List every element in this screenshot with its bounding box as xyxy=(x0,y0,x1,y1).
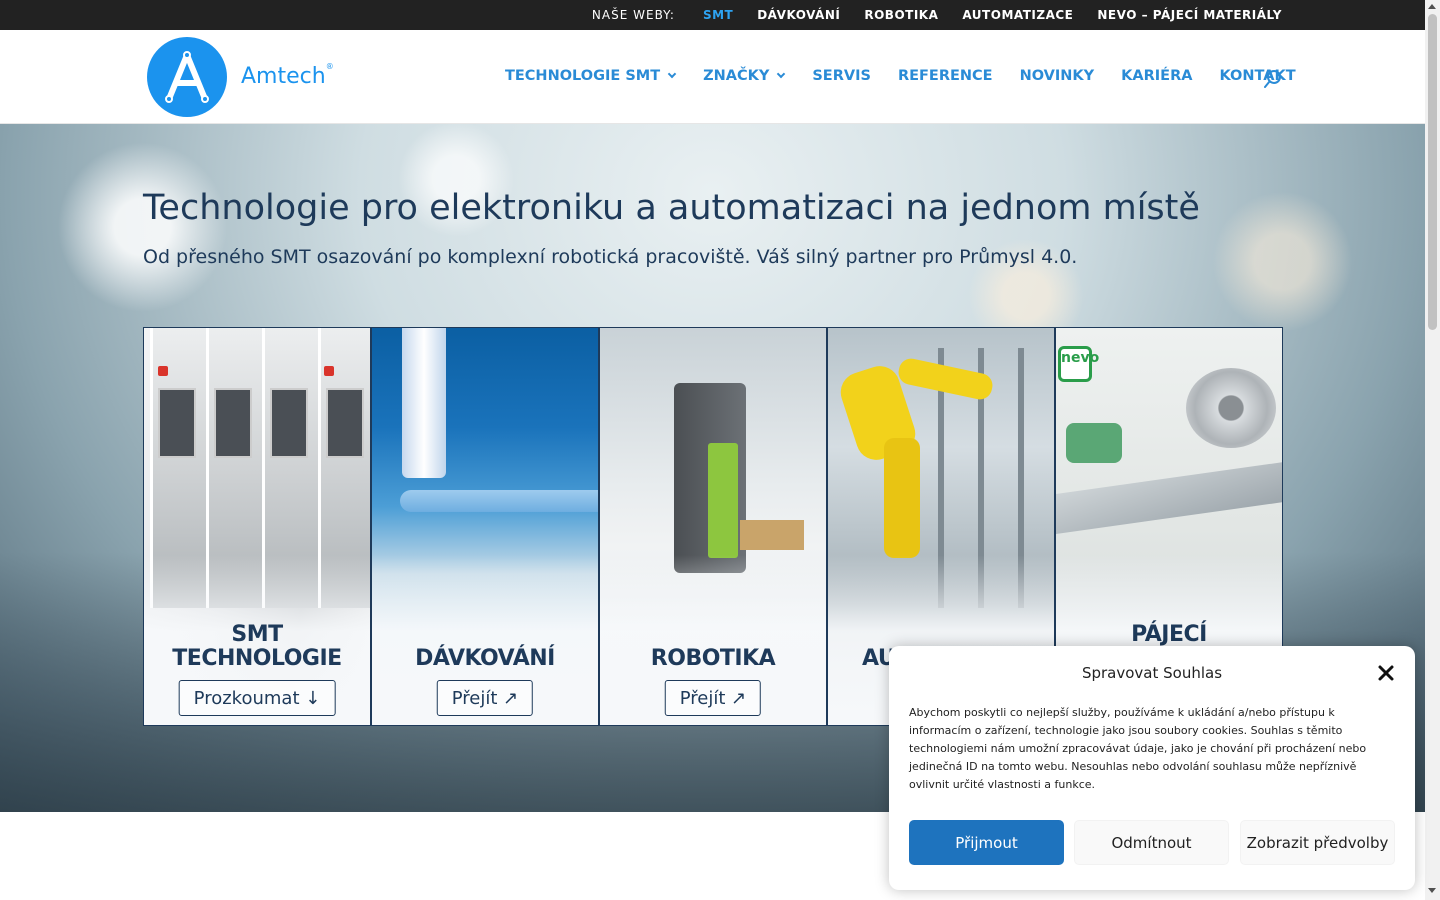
go-button[interactable]: Přejít ↗ xyxy=(436,680,534,716)
card-title: DÁVKOVÁNÍ xyxy=(415,646,555,671)
logo-wordmark[interactable]: Amtech® xyxy=(241,61,334,89)
search-icon[interactable] xyxy=(1264,70,1282,88)
our-sites-label: NAŠE WEBY: xyxy=(591,8,675,22)
main-nav: TECHNOLOGIE SMT ZNAČKY SERVIS REFERENCE … xyxy=(505,68,1296,84)
card-davkovani[interactable]: DÁVKOVÁNÍ Přejít ↗ xyxy=(371,327,599,726)
hero-title: Technologie pro elektroniku a automatiza… xyxy=(143,188,1200,228)
cookie-message: Abychom poskytli co nejlepší služby, pou… xyxy=(909,706,1367,791)
nav-item-servis[interactable]: SERVIS xyxy=(812,68,871,84)
site-link-nevo[interactable]: NEVO – PÁJECÍ MATERIÁLY xyxy=(1097,8,1282,22)
nav-item-kontakt[interactable]: KONTAKT xyxy=(1219,68,1295,84)
nevo-logo: nevo xyxy=(1058,346,1099,382)
scroll-up-arrow-icon[interactable] xyxy=(1428,4,1436,9)
nav-item-novinky[interactable]: NOVINKY xyxy=(1020,68,1095,84)
view-preferences-button[interactable]: Zobrazit předvolby xyxy=(1240,820,1395,865)
card-robotika[interactable]: ROBOTIKA Přejít ↗ xyxy=(599,327,827,726)
go-button[interactable]: Přejít ↗ xyxy=(664,680,762,716)
hero-subtitle: Od přesného SMT osazování po komplexní r… xyxy=(143,246,1078,268)
nav-label: ZNAČKY xyxy=(703,68,770,84)
accept-button[interactable]: Přijmout xyxy=(909,820,1064,865)
amtech-logo-icon[interactable] xyxy=(147,37,227,117)
cookie-consent-dialog: Spravovat Souhlas Abychom poskytli co ne… xyxy=(889,646,1415,890)
card-smt[interactable]: SMT TECHNOLOGIE Prozkoumat ↓ xyxy=(143,327,371,726)
page-scrollbar[interactable] xyxy=(1425,0,1440,900)
nav-item-kariera[interactable]: KARIÉRA xyxy=(1121,68,1192,84)
registered-mark: ® xyxy=(325,61,334,71)
card-title-line: SMT xyxy=(231,622,283,647)
scrollbar-thumb[interactable] xyxy=(1428,14,1437,330)
top-bar: NAŠE WEBY: SMT DÁVKOVÁNÍ ROBOTIKA AUTOMA… xyxy=(0,0,1425,30)
explore-button[interactable]: Prozkoumat ↓ xyxy=(178,680,336,716)
chevron-down-icon xyxy=(777,69,786,79)
cookie-title: Spravovat Souhlas xyxy=(1081,664,1223,682)
close-icon[interactable] xyxy=(1377,664,1395,682)
deny-button[interactable]: Odmítnout xyxy=(1074,820,1229,865)
site-link-smt[interactable]: SMT xyxy=(703,8,733,22)
card-title: ROBOTIKA xyxy=(650,646,776,671)
site-link-automatizace[interactable]: AUTOMATIZACE xyxy=(962,8,1073,22)
logo-text: Amtech xyxy=(241,64,326,89)
nav-label: TECHNOLOGIE SMT xyxy=(505,68,661,84)
nav-item-technologie-smt[interactable]: TECHNOLOGIE SMT xyxy=(505,68,677,84)
card-title-line: TECHNOLOGIE xyxy=(172,646,342,671)
site-link-davkovani[interactable]: DÁVKOVÁNÍ xyxy=(757,8,840,22)
site-link-robotika[interactable]: ROBOTIKA xyxy=(864,8,938,22)
chevron-down-icon xyxy=(667,69,677,79)
our-sites-nav: NAŠE WEBY: SMT DÁVKOVÁNÍ ROBOTIKA AUTOMA… xyxy=(592,0,1282,30)
nav-item-reference[interactable]: REFERENCE xyxy=(898,68,993,84)
card-title: PÁJECÍ xyxy=(1131,622,1207,647)
site-header: Amtech® TECHNOLOGIE SMT ZNAČKY SERVIS RE… xyxy=(0,30,1425,124)
card-title: SMT TECHNOLOGIE xyxy=(144,623,370,671)
scroll-down-arrow-icon[interactable] xyxy=(1428,888,1436,893)
nav-item-znacky[interactable]: ZNAČKY xyxy=(703,68,786,84)
